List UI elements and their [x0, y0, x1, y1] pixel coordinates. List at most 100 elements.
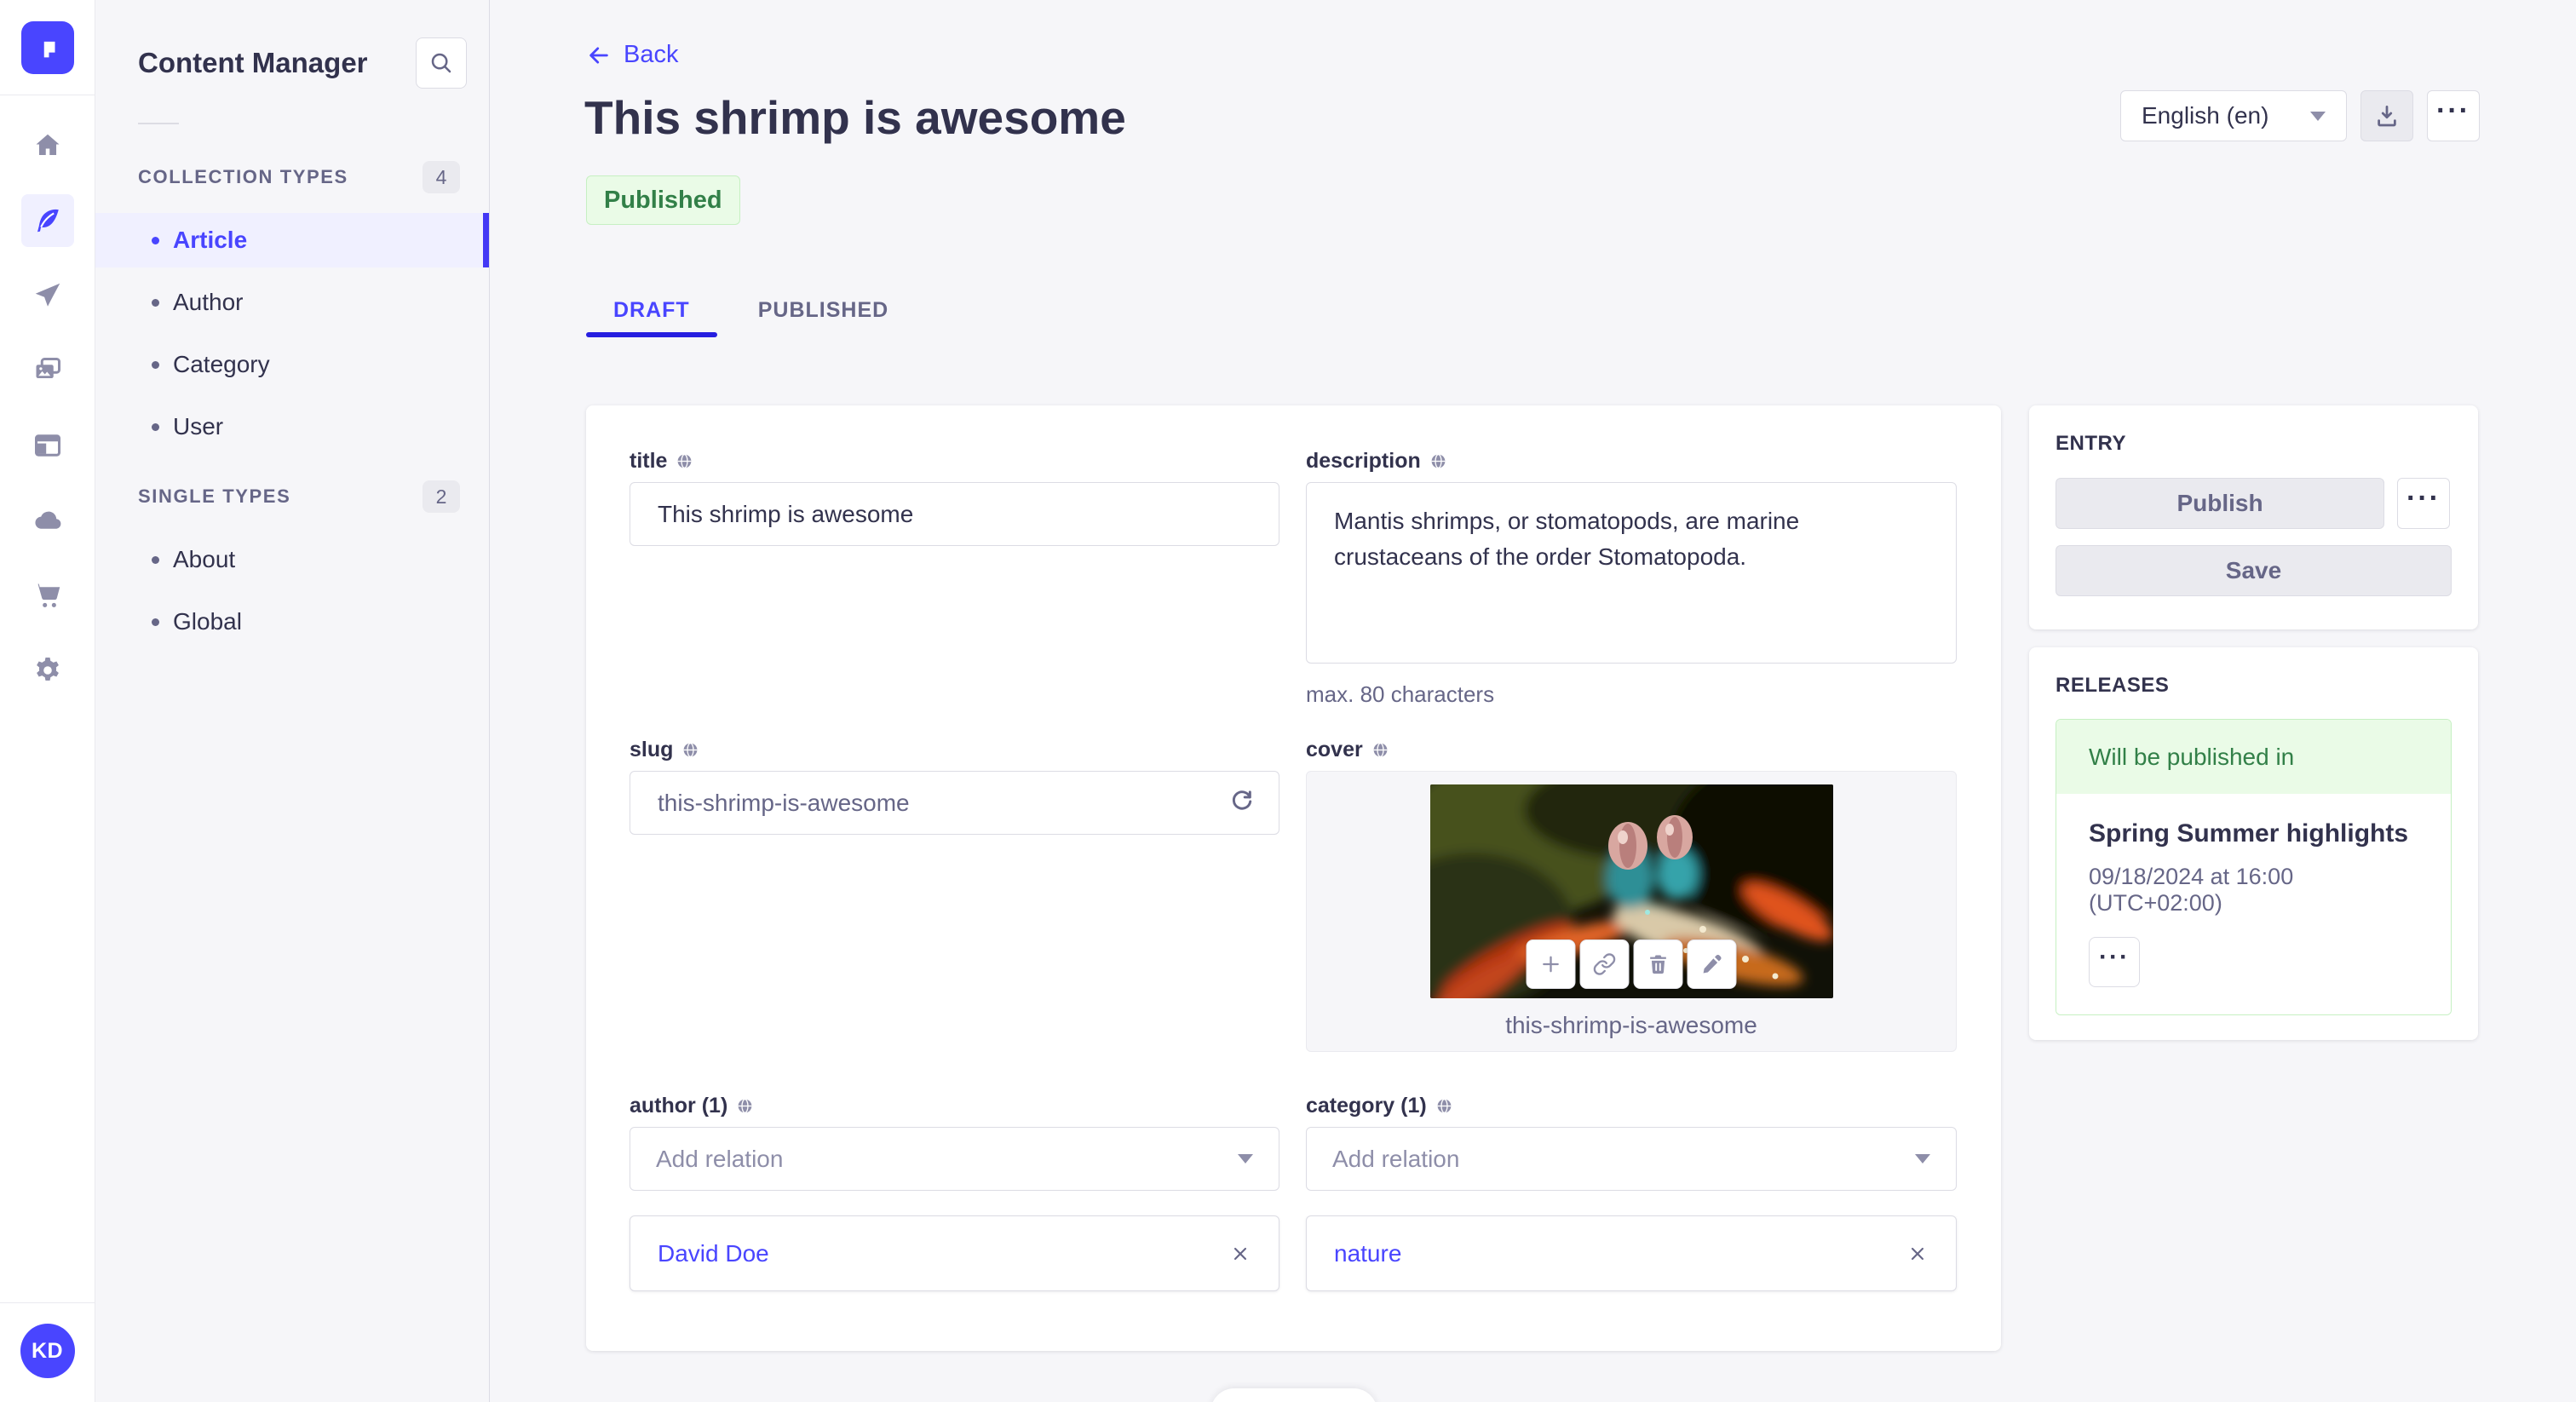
description-textarea[interactable]: Mantis shrimps, or stomatopods, are mari… — [1306, 482, 1957, 664]
sidebar-item-label: User — [173, 413, 224, 440]
slug-input[interactable] — [630, 771, 1279, 835]
author-relation-link[interactable]: David Doe — [658, 1240, 769, 1267]
cover-filename: this-shrimp-is-awesome — [1505, 1012, 1757, 1038]
release-card: Will be published in Spring Summer highl… — [2056, 719, 2452, 1015]
release-name: Spring Summer highlights — [2089, 819, 2409, 848]
cart-icon — [35, 583, 60, 607]
sidebar-item-label: Article — [173, 227, 248, 253]
field-description: description Mantis shrimps, or stomatopo… — [1306, 448, 1957, 737]
locale-value: English (en) — [2142, 102, 2269, 129]
locale-select[interactable]: English (en) — [2120, 90, 2347, 141]
regenerate-slug-button[interactable] — [1228, 788, 1256, 819]
chevron-down-icon — [1238, 1154, 1253, 1164]
plus-icon — [1543, 956, 1559, 973]
author-label: author (1) — [630, 1093, 728, 1118]
category-relation-link[interactable]: nature — [1334, 1240, 1401, 1267]
back-arrow-icon — [589, 47, 608, 63]
author-relation-select[interactable]: Add relation — [630, 1127, 1279, 1191]
nav-content-manager-button[interactable] — [20, 194, 74, 247]
author-placeholder: Add relation — [656, 1145, 784, 1172]
paper-plane-icon — [35, 283, 60, 307]
sidebar-item-category[interactable]: Category — [95, 337, 489, 392]
back-link[interactable]: Back — [586, 41, 678, 69]
sidebar-item-author[interactable]: Author — [95, 275, 489, 330]
cloud-icon — [34, 511, 60, 529]
nav-settings-button[interactable] — [21, 644, 74, 697]
category-label: category (1) — [1306, 1093, 1427, 1118]
category-relation-row: nature — [1307, 1216, 1956, 1290]
save-button[interactable]: Save — [2056, 545, 2452, 596]
globe-icon — [678, 453, 692, 468]
title-input[interactable] — [630, 482, 1279, 546]
nav-deploy-button[interactable] — [21, 494, 74, 547]
release-status: Will be published in — [2056, 720, 2451, 794]
remove-category-relation-button[interactable] — [1906, 1243, 1929, 1265]
chevron-down-icon — [1915, 1154, 1930, 1164]
sidebar-search-button[interactable] — [416, 37, 467, 89]
author-relation-row: David Doe — [630, 1216, 1279, 1290]
sidebar-item-user[interactable]: User — [95, 399, 489, 454]
nav-releases-button[interactable] — [21, 269, 74, 322]
home-icon — [36, 134, 59, 155]
publish-button[interactable]: Publish — [2056, 478, 2384, 529]
sidebar-item-article[interactable]: Article — [95, 213, 489, 267]
images-icon — [36, 358, 60, 378]
search-icon — [431, 53, 451, 73]
cover-copy-link-button[interactable] — [1579, 939, 1630, 989]
cover-edit-button[interactable] — [1687, 939, 1737, 989]
ellipsis-icon: ··· — [2099, 942, 2130, 971]
category-relation-list: nature — [1306, 1215, 1957, 1291]
edit-form-card: title description — [586, 405, 2001, 1351]
download-icon — [2378, 106, 2396, 127]
nav-content-type-builder-button[interactable] — [21, 419, 74, 472]
tab-draft[interactable]: DRAFT — [586, 283, 717, 337]
remove-author-relation-button[interactable] — [1229, 1243, 1251, 1265]
ellipsis-icon: ··· — [2436, 95, 2470, 127]
pencil-icon — [1703, 954, 1722, 974]
strapi-logo-icon — [43, 41, 55, 57]
sidebar-item-global[interactable]: Global — [95, 595, 489, 649]
app-nav-rail: KD — [0, 0, 95, 1402]
strapi-logo[interactable] — [20, 20, 74, 74]
sidebar-item-label: Category — [173, 351, 270, 377]
nav-marketplace-button[interactable] — [21, 569, 74, 622]
side-panels: ENTRY Publish ··· Save RELEASES Will be … — [2029, 405, 2478, 1040]
refresh-icon — [1232, 790, 1252, 810]
globe-icon — [684, 742, 698, 757]
release-more-button[interactable]: ··· — [2089, 937, 2140, 987]
ellipsis-icon: ··· — [2406, 482, 2441, 514]
sidebar-item-about[interactable]: About — [95, 532, 489, 587]
collection-types-label: COLLECTION TYPES — [138, 166, 348, 187]
export-button[interactable] — [2360, 90, 2413, 141]
entry-panel-title: ENTRY — [2056, 432, 2126, 455]
main-content: Back English (en) ··· This shrimp is awe… — [490, 0, 2576, 1402]
header-more-button[interactable]: ··· — [2427, 90, 2480, 141]
single-types-count: 2 — [423, 480, 460, 513]
release-status-label: Will be published in — [2089, 743, 2295, 770]
sidebar-divider — [138, 123, 179, 124]
logo-box — [0, 0, 95, 95]
globe-icon — [738, 1098, 752, 1113]
chevron-down-icon — [2310, 111, 2326, 121]
releases-panel-title: RELEASES — [2056, 674, 2170, 697]
entry-more-button[interactable]: ··· — [2397, 478, 2450, 529]
cover-delete-button[interactable] — [1633, 939, 1683, 989]
user-avatar[interactable]: KD — [20, 1324, 75, 1378]
globe-icon — [1437, 1098, 1452, 1113]
single-types-label: SINGLE TYPES — [138, 486, 291, 507]
sidebar-item-label: About — [173, 546, 236, 572]
cover-add-button[interactable] — [1526, 939, 1576, 989]
release-date: 09/18/2024 at 16:00 (UTC+02:00) — [2089, 864, 2294, 916]
sidebar-item-label: Global — [173, 608, 242, 635]
trash-icon — [1650, 955, 1666, 974]
field-author: author (1) Add relation David Doe — [630, 1093, 1279, 1291]
nav-home-button[interactable] — [21, 119, 74, 172]
category-relation-select[interactable]: Add relation — [1306, 1127, 1957, 1191]
tab-published[interactable]: PUBLISHED — [731, 283, 916, 337]
bullet-icon — [152, 298, 159, 307]
field-slug: slug — [630, 737, 1279, 1093]
nav-media-library-button[interactable] — [21, 344, 74, 397]
cover-media-box: this-shrimp-is-awesome — [1306, 771, 1957, 1052]
slug-label: slug — [630, 737, 674, 761]
description-hint: max. 80 characters — [1306, 681, 1495, 707]
